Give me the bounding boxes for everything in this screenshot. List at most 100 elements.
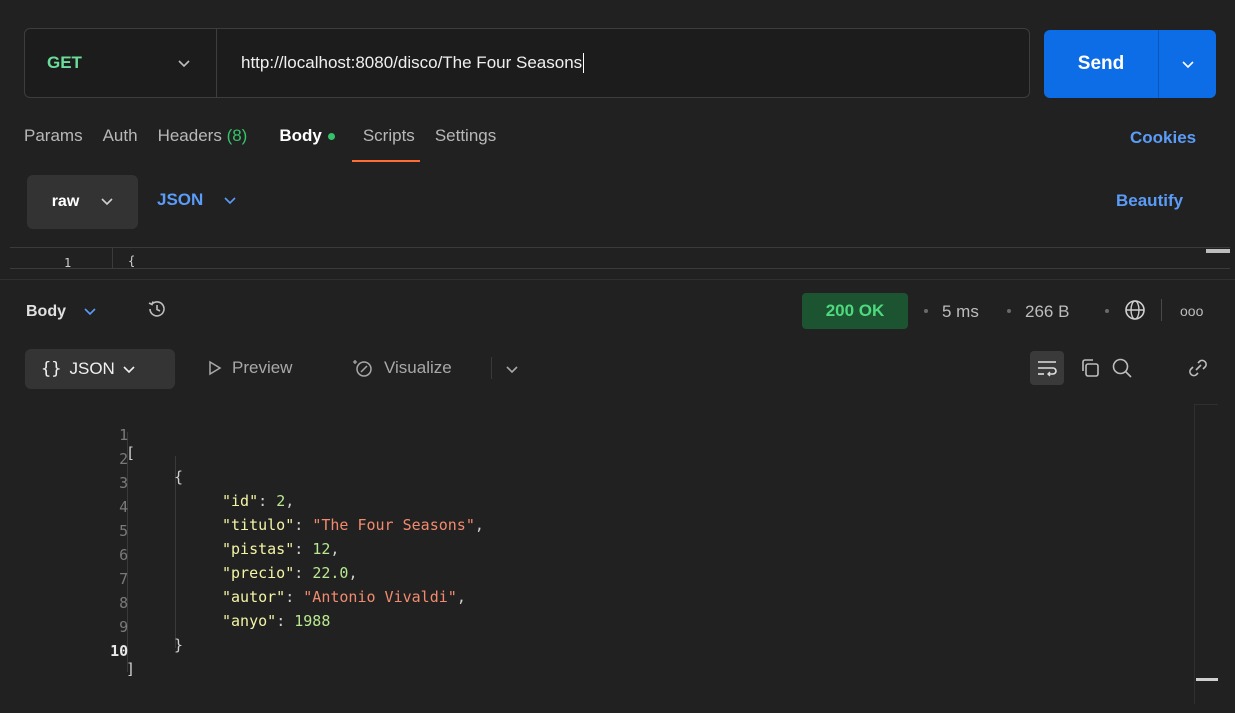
code-line: 9 }	[0, 600, 183, 654]
visualize-button[interactable]: Visualize	[352, 358, 452, 378]
format-label: JSON	[157, 190, 204, 209]
editor-gutter-divider	[112, 248, 113, 268]
history-icon[interactable]	[146, 298, 168, 320]
url-text: http://localhost:8080/disco/The Four Sea…	[241, 52, 583, 72]
separator-dot	[1105, 309, 1109, 313]
json-key: "autor"	[222, 588, 286, 606]
response-view-select[interactable]: {} JSON	[25, 349, 175, 389]
tab-params[interactable]: Params	[24, 126, 83, 146]
json-value: 1988	[294, 612, 331, 630]
line-number: 9	[119, 618, 129, 636]
line-number: 1	[64, 256, 72, 270]
json-key: "pistas"	[222, 540, 295, 558]
json-key: "id"	[222, 492, 259, 510]
active-tab-underline	[352, 160, 420, 162]
tab-headers[interactable]: Headers (8)	[158, 126, 248, 146]
separator-dot	[1007, 309, 1011, 313]
chevron-down-icon	[178, 53, 190, 73]
globe-icon[interactable]	[1123, 298, 1147, 322]
modified-dot-icon	[327, 133, 335, 141]
send-options-chevron-icon[interactable]	[1159, 56, 1216, 72]
raw-label: raw	[51, 193, 80, 210]
code-line: 4 "titulo": "The Four Seasons",	[0, 480, 484, 534]
line-number: 6	[119, 546, 129, 564]
status-badge[interactable]: 200 OK	[802, 293, 908, 329]
line-number: 3	[119, 474, 129, 492]
tab-auth[interactable]: Auth	[103, 126, 138, 146]
beautify-button[interactable]: Beautify	[1116, 191, 1183, 211]
send-button[interactable]: Send	[1044, 30, 1216, 98]
method-label: GET	[47, 53, 82, 72]
line-number: 2	[119, 450, 129, 468]
json-value: "Antonio Vivaldi"	[303, 588, 457, 606]
separator-dot	[924, 309, 928, 313]
preview-button[interactable]: Preview	[208, 358, 292, 378]
json-key: "anyo"	[222, 612, 277, 630]
copy-icon[interactable]	[1078, 356, 1102, 380]
pane-divider[interactable]	[0, 279, 1235, 280]
chevron-down-icon	[224, 190, 236, 209]
request-tabs: Params Auth Headers (8) Body Scripts Set…	[24, 126, 516, 146]
url-input[interactable]: http://localhost:8080/disco/The Four Sea…	[217, 52, 585, 74]
wrap-icon	[1038, 361, 1057, 377]
tab-body[interactable]: Body	[279, 126, 335, 146]
scrollbar-thumb[interactable]	[1196, 678, 1218, 681]
line-number: 10	[110, 642, 129, 660]
response-time[interactable]: 5 ms	[942, 302, 979, 322]
code-line: 1 [	[0, 408, 135, 462]
chevron-down-icon	[123, 359, 135, 379]
tab-scripts[interactable]: Scripts	[363, 126, 415, 146]
line-number: 8	[119, 594, 129, 612]
method-select[interactable]: GET	[25, 29, 217, 97]
send-label: Send	[1077, 53, 1125, 74]
scrollbar-track[interactable]	[1194, 404, 1195, 704]
json-value: 22.0	[312, 564, 349, 582]
json-value: 12	[312, 540, 331, 558]
raw-select[interactable]: raw	[27, 175, 138, 229]
response-size[interactable]: 266 B	[1025, 302, 1069, 322]
code-line: 5 "pistas": 12,	[0, 504, 339, 558]
text-caret	[583, 53, 585, 74]
search-icon[interactable]	[1110, 356, 1134, 380]
scrollbar-track-top	[1194, 404, 1218, 405]
request-bar: GET http://localhost:8080/disco/The Four…	[24, 28, 1030, 98]
wrap-lines-button[interactable]	[1030, 351, 1064, 385]
editor-scroll-thumb[interactable]	[1206, 249, 1230, 253]
response-body-label: Body	[26, 303, 66, 320]
cookies-link[interactable]: Cookies	[1130, 128, 1196, 148]
line-number: 1	[119, 426, 129, 444]
line-number: 5	[119, 522, 129, 540]
chevron-down-icon	[84, 303, 97, 320]
visualize-chevron-icon[interactable]	[506, 366, 518, 374]
more-options-icon[interactable]: ooo	[1180, 303, 1203, 319]
code-text: {	[174, 468, 184, 486]
play-icon	[209, 360, 222, 376]
braces-icon: {}	[41, 359, 62, 379]
format-select[interactable]: JSON	[157, 190, 236, 210]
response-body-select[interactable]: Body	[26, 303, 97, 321]
json-value: "The Four Seasons"	[312, 516, 475, 534]
line-number: 4	[119, 498, 129, 516]
headers-count: (8)	[226, 126, 248, 145]
request-editor[interactable]	[10, 247, 1230, 269]
json-key: "precio"	[222, 564, 295, 582]
visualize-icon	[353, 360, 372, 377]
code-line: 6 "precio": 22.0,	[0, 528, 357, 582]
view-label: JSON	[69, 359, 115, 378]
tab-headers-label: Headers	[157, 126, 222, 145]
tab-body-label: Body	[279, 126, 322, 145]
code-line: 7 "autor": "Antonio Vivaldi",	[0, 552, 466, 606]
visualize-divider	[491, 357, 492, 379]
tab-settings[interactable]: Settings	[435, 126, 496, 146]
preview-label: Preview	[232, 358, 293, 377]
json-key: "titulo"	[222, 516, 295, 534]
editor-line-text: {	[128, 254, 136, 268]
chevron-down-icon	[101, 193, 113, 211]
meta-divider	[1161, 299, 1162, 321]
link-icon[interactable]	[1186, 356, 1210, 380]
json-value: 2	[276, 492, 286, 510]
code-line: 8 "anyo": 1988	[0, 576, 330, 630]
code-text: }	[174, 636, 184, 654]
visualize-label: Visualize	[384, 358, 452, 377]
code-line: 10 ]	[0, 624, 135, 678]
